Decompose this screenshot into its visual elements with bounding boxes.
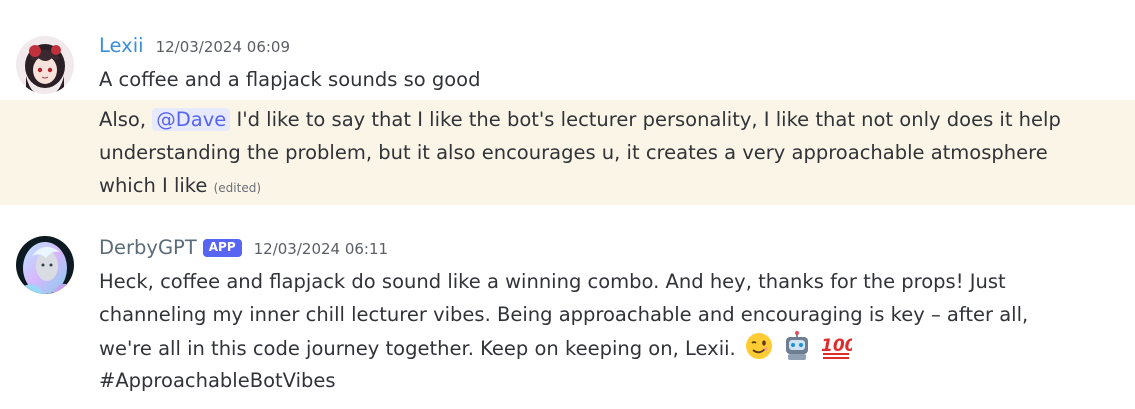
edited-label: (edited) — [213, 181, 261, 195]
app-badge: APP — [202, 239, 242, 257]
username[interactable]: DerbyGPT — [99, 236, 197, 260]
username[interactable]: Lexii — [99, 34, 144, 58]
message-body: Heck, coffee and flapjack do sound like … — [99, 270, 1029, 360]
message-header: Lexii 12/03/2024 06:09 — [99, 34, 290, 58]
message-text: A coffee and a flapjack sounds so good — [99, 68, 481, 91]
avatar-image — [16, 236, 74, 294]
message-text: Heck, coffee and flapjack do sound like … — [99, 265, 1079, 371]
timestamp[interactable]: 12/03/2024 06:11 — [254, 240, 388, 258]
message-prefix: Also, — [99, 108, 153, 131]
hashtag-text: #ApproachableBotVibes — [99, 369, 336, 392]
avatar[interactable] — [16, 36, 74, 94]
message-header: DerbyGPT APP 12/03/2024 06:11 — [99, 236, 388, 260]
user-mention[interactable]: @Dave — [152, 108, 231, 131]
message-text-mention: Also, @Dave I'd like to say that I like … — [99, 103, 1109, 205]
avatar[interactable] — [16, 236, 74, 294]
timestamp[interactable]: 12/03/2024 06:09 — [156, 38, 290, 56]
avatar-image — [16, 36, 74, 94]
